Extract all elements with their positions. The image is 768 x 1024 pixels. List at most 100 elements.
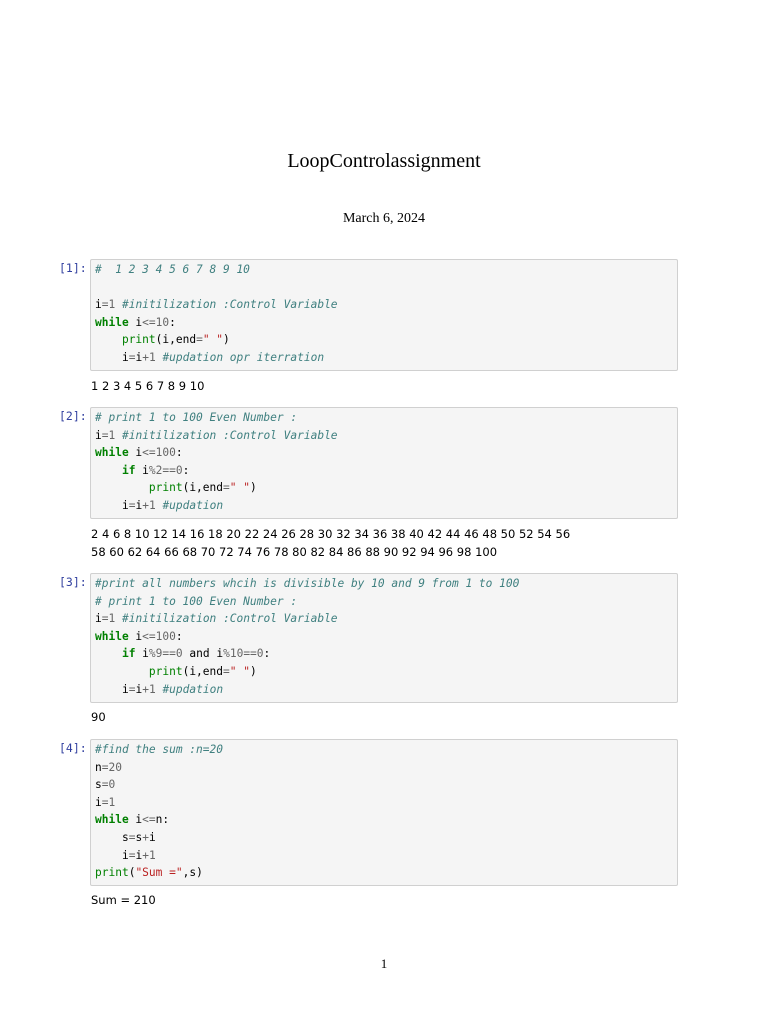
document-date: March 6, 2024 xyxy=(342,211,426,226)
code-line: if i%2==0: xyxy=(95,462,672,480)
cell-prompt: [4]: xyxy=(59,741,87,755)
output-line: 1 2 3 4 5 6 7 8 9 10 xyxy=(91,379,205,393)
code-number: 1 xyxy=(148,848,156,862)
code-line: s=0 xyxy=(95,776,672,794)
code-operator: <= xyxy=(142,629,156,643)
code-token: i xyxy=(95,298,102,312)
code-operator: + xyxy=(142,830,149,844)
code-operator: <= xyxy=(142,813,156,827)
code-input[interactable]: #find the sum :n=20 n=20 s=0 i=1 while i<=n:… xyxy=(90,739,678,886)
code-operator: = xyxy=(223,664,230,678)
code-token: : xyxy=(263,647,271,661)
code-operator: = xyxy=(101,778,109,792)
code-token: (i,end xyxy=(182,664,223,678)
code-builtin: print xyxy=(121,333,156,347)
code-line: # print 1 to 100 Even Number : xyxy=(95,593,672,611)
code-token: i xyxy=(95,795,102,809)
code-operator: = xyxy=(101,612,109,626)
code-token: s xyxy=(95,778,102,792)
code-text: # print 1 to 100 Even Number : i=1 #initi… xyxy=(95,409,672,515)
code-line: while i<=100: xyxy=(95,444,672,462)
code-token: n: xyxy=(155,813,170,827)
cell-output: 1 2 3 4 5 6 7 8 9 10 xyxy=(91,378,204,396)
code-token: i xyxy=(95,612,102,626)
code-text: # 1 2 3 4 5 6 7 8 9 10 i=1 #initilizatio… xyxy=(95,261,672,367)
code-input[interactable]: # print 1 to 100 Even Number : i=1 #initi… xyxy=(90,407,678,519)
code-operator: % xyxy=(148,647,156,661)
code-token: : xyxy=(175,446,183,460)
document-title: LoopControlassignment xyxy=(287,150,481,172)
code-operator: + xyxy=(142,350,149,364)
code-token: s xyxy=(95,830,129,844)
code-builtin: print xyxy=(95,866,129,880)
code-token: i xyxy=(95,350,129,364)
code-token: i xyxy=(95,682,129,696)
output-line: 90 xyxy=(91,710,106,724)
code-keyword: while xyxy=(95,315,129,329)
code-line: print(i,end=" ") xyxy=(95,331,672,349)
code-number: 10 xyxy=(155,315,170,329)
code-token: i xyxy=(135,647,149,661)
code-line: #find the sum :n=20 xyxy=(95,741,672,759)
code-token: (i,end xyxy=(182,481,223,495)
code-string: " " xyxy=(202,333,224,347)
code-keyword: if xyxy=(121,463,136,477)
code-comment: #print all numbers whcih is divisible by… xyxy=(95,577,520,590)
code-text: #find the sum :n=20 n=20 s=0 i=1 while i<=n:… xyxy=(95,741,672,882)
code-number: 1 xyxy=(148,682,156,696)
code-operator: == xyxy=(162,647,176,661)
code-input[interactable]: #print all numbers whcih is divisible by… xyxy=(90,573,678,703)
code-operator: = xyxy=(101,298,109,312)
cell-prompt: [2]: xyxy=(59,409,87,423)
code-keyword: while xyxy=(95,813,129,827)
code-line: i=i+1 #updation xyxy=(95,681,672,699)
code-builtin: print xyxy=(148,664,183,678)
code-token: ) xyxy=(223,333,230,347)
cell-output: Sum = 210 xyxy=(91,892,156,910)
code-text: #print all numbers whcih is divisible by… xyxy=(95,575,672,698)
code-number: 0 xyxy=(175,463,183,477)
code-token: and i xyxy=(182,647,224,661)
code-line: n=20 xyxy=(95,759,672,777)
code-token: : xyxy=(175,629,183,643)
code-comment: # print 1 to 100 Even Number : xyxy=(95,594,298,608)
code-line: i=i+1 #updation opr iterration xyxy=(95,349,672,367)
code-comment: #initilization :Control Variable xyxy=(122,428,338,442)
code-operator: = xyxy=(101,795,109,809)
code-line: # 1 2 3 4 5 6 7 8 9 10 xyxy=(95,261,672,279)
code-token: ) xyxy=(249,664,257,678)
code-token: i xyxy=(135,463,149,477)
output-line: Sum = 210 xyxy=(91,893,156,907)
code-operator: <= xyxy=(142,446,156,460)
code-line: i=1 xyxy=(95,794,672,812)
code-operator: == xyxy=(243,647,257,661)
code-operator: <= xyxy=(142,315,156,329)
code-line: print(i,end=" ") xyxy=(95,663,672,681)
code-line: while i<=10: xyxy=(95,314,672,332)
code-number: 0 xyxy=(256,647,264,661)
code-number: 20 xyxy=(108,760,122,774)
code-builtin: print xyxy=(148,481,183,495)
code-comment: #initilization :Control Variable xyxy=(122,612,338,626)
cell-output: 2 4 6 8 10 12 14 16 18 20 22 24 26 28 30… xyxy=(91,526,570,561)
code-line: while i<=n: xyxy=(95,811,672,829)
code-line: s=s+i xyxy=(95,829,672,847)
code-token: : xyxy=(182,463,190,477)
code-input[interactable]: # 1 2 3 4 5 6 7 8 9 10 i=1 #initilizatio… xyxy=(90,259,678,371)
code-comment: #initilization :Control Variable xyxy=(122,298,338,312)
output-line: 58 60 62 64 66 68 70 72 74 76 78 80 82 8… xyxy=(91,544,498,559)
code-number: 0 xyxy=(175,647,183,661)
code-line: if i%9==0 and i%10==0: xyxy=(95,645,672,663)
code-line: i=i+1 #updation xyxy=(95,497,672,515)
code-comment: #updation xyxy=(162,498,224,512)
code-string: "Sum =" xyxy=(135,866,183,880)
code-token: i xyxy=(128,813,143,827)
code-token: i xyxy=(128,446,143,460)
code-token: i xyxy=(128,315,143,329)
